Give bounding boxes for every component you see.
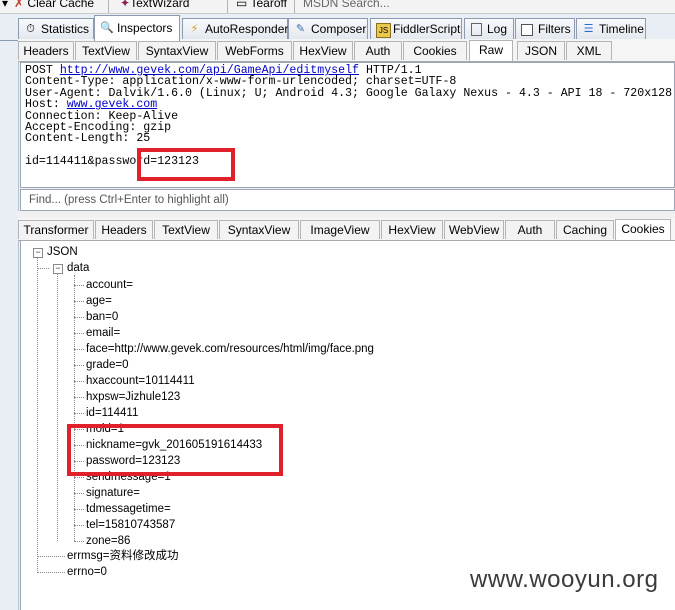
- tree-connector: [74, 525, 84, 526]
- tree-node-field[interactable]: hxpsw=Jizhule123: [86, 390, 180, 404]
- tree-connector: [74, 397, 84, 398]
- clear-cache-button[interactable]: ✗ Clear Cache: [14, 0, 94, 10]
- script-icon: JS: [376, 23, 391, 38]
- response-tab-bar: Transformer Headers TextView SyntaxView …: [18, 218, 675, 241]
- textwizard-icon: ✦: [120, 0, 131, 10]
- resp-tab-imageview[interactable]: ImageView: [300, 220, 380, 239]
- tree-node-field[interactable]: account=: [86, 278, 133, 292]
- resp-tab-headers[interactable]: Headers: [95, 220, 153, 239]
- tree-connector: [74, 381, 84, 382]
- req-tab-xml[interactable]: XML: [566, 41, 612, 60]
- tree-node-field[interactable]: face=http://www.gevek.com/resources/html…: [86, 342, 374, 356]
- tree-connector: [37, 257, 38, 573]
- splitter[interactable]: [18, 211, 675, 218]
- tree-connector: [74, 493, 84, 494]
- watermark: www.wooyun.org: [470, 566, 659, 593]
- toolbar-separator: [294, 0, 295, 13]
- resp-tab-hexview[interactable]: HexView: [381, 220, 443, 239]
- resp-tab-webview[interactable]: WebView: [444, 220, 504, 239]
- tree-node-field[interactable]: tdmessagetime=: [86, 502, 171, 516]
- tree-node-field[interactable]: zone=86: [86, 534, 130, 548]
- checkbox-icon: [521, 24, 533, 36]
- tree-connector: [74, 413, 84, 414]
- request-raw-view[interactable]: POST http://www.gevek.com/api/GameApi/ed…: [20, 62, 675, 188]
- tree-node-field[interactable]: age=: [86, 294, 112, 308]
- tab-composer[interactable]: ✎ Composer: [288, 18, 368, 39]
- req-tab-hexview[interactable]: HexView: [293, 41, 353, 60]
- tree-connector: [37, 268, 49, 269]
- req-tab-headers[interactable]: Headers: [18, 41, 74, 60]
- highlight-box-response-credentials: [67, 424, 283, 476]
- tree-node-field[interactable]: grade=0: [86, 358, 129, 372]
- tab-filters[interactable]: Filters: [515, 18, 575, 39]
- tree-connector: [74, 285, 84, 286]
- toolbar-separator: [108, 0, 109, 13]
- resp-tab-transformer[interactable]: Transformer: [18, 220, 94, 239]
- req-tab-json[interactable]: JSON: [517, 41, 565, 60]
- tearoff-button[interactable]: ▭ Tearoff: [236, 0, 287, 10]
- tree-connector: [37, 556, 65, 557]
- collapse-json-icon[interactable]: −: [33, 248, 43, 258]
- tab-inspectors[interactable]: 🔍 Inspectors: [94, 15, 180, 41]
- resp-tab-syntaxview[interactable]: SyntaxView: [219, 220, 299, 239]
- tree-connector: [74, 275, 75, 541]
- request-raw-text: POST http://www.gevek.com/api/GameApi/ed…: [21, 63, 674, 168]
- tab-fiddlerscript[interactable]: JS FiddlerScript: [370, 18, 462, 39]
- tab-autoresponder[interactable]: ⚡ AutoResponder: [182, 18, 288, 39]
- resp-tab-cookies[interactable]: Cookies: [615, 219, 671, 240]
- req-tab-webforms[interactable]: WebForms: [217, 41, 292, 60]
- tree-node-field[interactable]: email=: [86, 326, 120, 340]
- toolbar-separator: [227, 0, 228, 13]
- msdn-search-box[interactable]: MSDN Search...: [303, 0, 390, 10]
- request-tab-bar: Headers TextView SyntaxView WebForms Hex…: [18, 39, 675, 62]
- tree-connector: [74, 365, 84, 366]
- req-tab-auth[interactable]: Auth: [354, 41, 402, 60]
- tab-statistics[interactable]: ⏱ Statistics: [18, 18, 94, 39]
- textwizard-button[interactable]: ✦TextWizard: [120, 0, 189, 10]
- tree-node-data[interactable]: data: [67, 261, 89, 275]
- tab-log[interactable]: Log: [464, 18, 514, 39]
- tree-connector: [74, 349, 84, 350]
- tree-node-field[interactable]: id=114411: [86, 406, 138, 420]
- highlight-box-request-password: [137, 148, 235, 181]
- tree-connector: [74, 509, 84, 510]
- clear-cache-icon: ✗: [14, 0, 25, 10]
- timeline-icon: ☰: [583, 23, 594, 35]
- lightning-icon: ⚡: [190, 23, 199, 35]
- tree-connector: [74, 477, 84, 478]
- req-tab-textview[interactable]: TextView: [75, 41, 137, 60]
- resp-tab-textview[interactable]: TextView: [154, 220, 218, 239]
- tree-node-field[interactable]: ban=0: [86, 310, 118, 324]
- pencil-icon: ✎: [295, 23, 306, 35]
- tree-node-field[interactable]: hxaccount=10114411: [86, 374, 195, 388]
- tree-node-field[interactable]: signature=: [86, 486, 140, 500]
- left-gutter: [0, 41, 19, 610]
- req-tab-cookies[interactable]: Cookies: [403, 41, 467, 60]
- header-content-length: Content-Length: 25: [25, 132, 151, 146]
- find-input[interactable]: Find... (press Ctrl+Enter to highlight a…: [20, 189, 675, 211]
- tearoff-icon: ▭: [236, 0, 248, 10]
- tree-connector: [37, 572, 65, 573]
- req-tab-raw[interactable]: Raw: [469, 40, 513, 61]
- resp-tab-caching[interactable]: Caching: [556, 220, 614, 239]
- tree-node-field[interactable]: tel=15810743587: [86, 518, 175, 532]
- resp-tab-auth[interactable]: Auth: [505, 220, 555, 239]
- stopwatch-icon: ⏱: [26, 23, 35, 35]
- tree-connector: [74, 301, 84, 302]
- tree-connector: [74, 541, 84, 542]
- tree-connector: [57, 273, 58, 541]
- req-tab-syntaxview[interactable]: SyntaxView: [138, 41, 216, 60]
- collapse-data-icon[interactable]: −: [53, 264, 63, 274]
- magnifier-icon: 🔍: [100, 22, 114, 34]
- tree-node-errmsg[interactable]: errmsg=资料修改成功: [67, 549, 179, 563]
- toolbar: ▾ ✗ Clear Cache ✦TextWizard ▭ Tearoff MS…: [0, 0, 675, 14]
- tree-node-json[interactable]: JSON: [47, 245, 78, 259]
- tree-node-errno[interactable]: errno=0: [67, 565, 107, 579]
- tree-connector: [74, 317, 84, 318]
- tab-timeline[interactable]: ☰ Timeline: [576, 18, 646, 39]
- dropdown-arrow-icon[interactable]: ▾: [2, 0, 8, 10]
- tree-connector: [74, 333, 84, 334]
- main-tab-bar: ⏱ Statistics 🔍 Inspectors ⚡ AutoResponder ✎…: [0, 14, 675, 41]
- log-icon: [471, 23, 482, 36]
